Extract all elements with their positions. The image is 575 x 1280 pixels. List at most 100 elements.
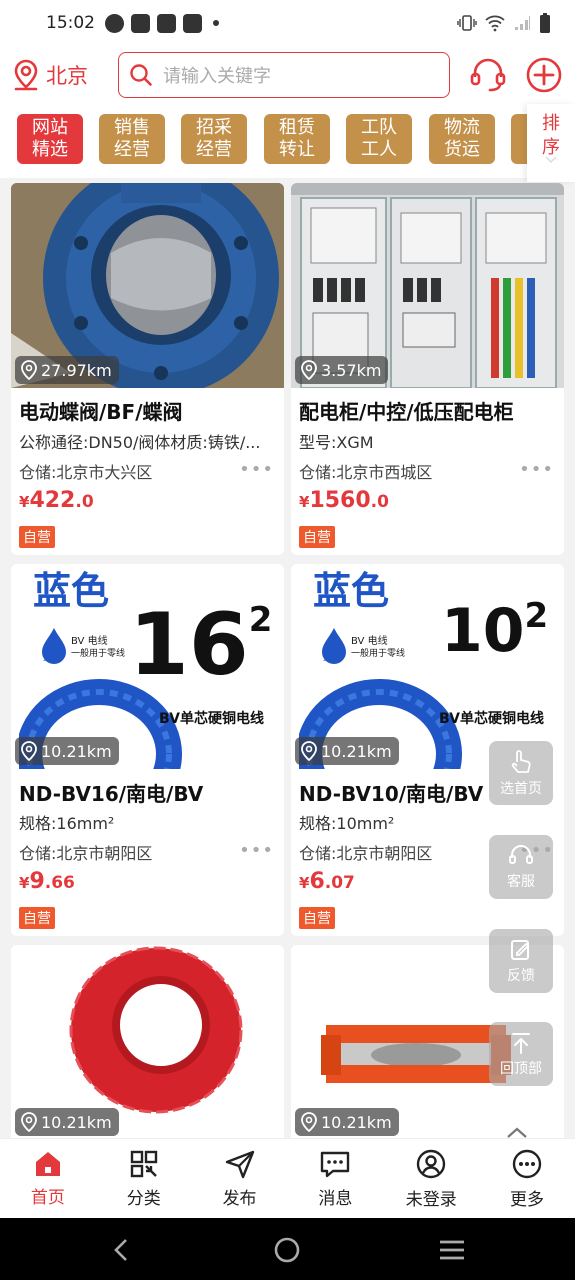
user-icon xyxy=(417,1149,446,1178)
drop-subtitle: 一般用于零线 xyxy=(351,649,406,659)
system-icons xyxy=(457,13,551,33)
product-storage: 仓储:北京市朝阳区 xyxy=(19,844,153,863)
search-input[interactable]: 请输入关键字 xyxy=(118,52,450,98)
mail-icon xyxy=(157,13,176,33)
self-operated-badge: 自营 xyxy=(19,526,55,548)
more-options-icon[interactable]: ••• xyxy=(519,459,554,480)
product-title: ND-BV10/南电/BV xyxy=(299,782,484,806)
sort-button[interactable]: 排序 xyxy=(527,104,575,182)
nav-publish[interactable]: 发布 xyxy=(192,1139,288,1218)
category-tabs: 网站 精选 销售 经营 招采 经营 租赁 转让 工队 工人 物流 货运 排序 xyxy=(0,104,575,182)
add-circle-icon[interactable] xyxy=(525,56,563,94)
product-image: 10.21km xyxy=(11,945,284,1145)
distance-badge: 10.21km xyxy=(15,737,119,765)
distance-badge: 10.21km xyxy=(295,737,399,765)
product-card[interactable]: 蓝色 162 蓝色 BV 电线 一般用于零线 BV单芯硬铜电线 10.21km … xyxy=(11,564,284,936)
select-home-button[interactable]: 选首页 xyxy=(489,741,553,805)
home-circle-icon[interactable] xyxy=(273,1236,301,1264)
self-operated-badge: 自营 xyxy=(299,907,335,929)
drop-color-label: 蓝色 xyxy=(43,653,62,663)
location-pin-icon xyxy=(21,360,37,380)
tab-featured[interactable]: 网站 精选 xyxy=(17,114,83,164)
location-pin-icon xyxy=(14,59,38,91)
more-options-icon[interactable]: ••• xyxy=(239,840,274,861)
category-icon xyxy=(130,1150,157,1177)
city-label: 北京 xyxy=(46,64,88,88)
tab-workers[interactable]: 工队 工人 xyxy=(346,114,412,164)
location-pin-icon xyxy=(301,1112,317,1132)
nav-category[interactable]: 分类 xyxy=(96,1139,192,1218)
system-nav-bar xyxy=(0,1218,575,1280)
product-price: ¥9.66 xyxy=(19,869,75,894)
product-title: 配电柜/中控/低压配电柜 xyxy=(299,400,514,424)
tab-sales[interactable]: 销售 经营 xyxy=(99,114,165,164)
product-price: ¥6.07 xyxy=(299,869,355,894)
distance-badge: 10.21km xyxy=(15,1108,119,1136)
location-pin-icon xyxy=(301,360,317,380)
product-storage: 仓储:北京市西城区 xyxy=(299,463,433,482)
location-pin-icon xyxy=(21,741,37,761)
tab-logistics[interactable]: 物流 货运 xyxy=(429,114,495,164)
product-image: 27.97km xyxy=(11,183,284,388)
product-title: ND-BV16/南电/BV xyxy=(19,782,204,806)
image-label-blue: 蓝色 xyxy=(313,569,390,613)
product-image: 3.57km xyxy=(291,183,564,388)
signal-icon xyxy=(515,16,530,30)
headset-icon xyxy=(509,844,533,864)
drop-color-label: 蓝色 xyxy=(323,653,342,663)
back-to-top-button[interactable]: 回顶部 xyxy=(489,1022,553,1086)
product-image: 蓝色 102 蓝色 BV 电线 一般用于零线 BV单芯硬铜电线 10.21km xyxy=(291,564,564,769)
arrow-up-icon xyxy=(512,1032,530,1054)
nav-login[interactable]: 未登录 xyxy=(383,1139,479,1218)
distance-badge: 27.97km xyxy=(15,356,119,384)
feedback-button[interactable]: 反馈 xyxy=(489,929,553,993)
product-card[interactable]: 10.21km xyxy=(11,945,284,1145)
mail-icon xyxy=(183,13,202,33)
product-storage: 仓储:北京市朝阳区 xyxy=(299,844,433,863)
nav-messages[interactable]: 消息 xyxy=(287,1139,383,1218)
back-icon[interactable] xyxy=(112,1238,130,1262)
more-notifications-icon xyxy=(213,20,219,26)
battery-icon xyxy=(540,13,550,33)
nav-home[interactable]: 首页 xyxy=(0,1139,96,1218)
product-title: 电动蝶阀/BF/蝶阀 xyxy=(19,400,183,424)
tab-procurement[interactable]: 招采 经营 xyxy=(181,114,247,164)
vibrate-icon xyxy=(457,15,477,31)
notification-icons xyxy=(105,13,219,33)
drop-title: BV 电线 xyxy=(71,636,108,647)
send-icon xyxy=(225,1150,254,1178)
product-card[interactable]: 3.57km 配电柜/中控/低压配电柜 型号:XGM 仓储:北京市西城区 •••… xyxy=(291,183,564,555)
status-bar: 15:02 xyxy=(0,0,575,46)
product-price: ¥422.0 xyxy=(19,488,94,513)
city-selector[interactable]: 北京 xyxy=(12,59,112,91)
product-spec: 型号:XGM xyxy=(299,433,374,452)
product-card[interactable]: 27.97km 电动蝶阀/BF/蝶阀 公称通径:DN50/阀体材质:铸铁/...… xyxy=(11,183,284,555)
tab-rental[interactable]: 租赁 转让 xyxy=(264,114,330,164)
image-product-name: BV单芯硬铜电线 xyxy=(439,711,544,727)
location-pin-icon xyxy=(301,741,317,761)
more-icon xyxy=(512,1149,542,1178)
customer-service-button[interactable]: 客服 xyxy=(489,835,553,899)
customer-service-icon[interactable] xyxy=(469,57,507,93)
nav-more[interactable]: 更多 xyxy=(479,1139,575,1218)
search-placeholder: 请输入关键字 xyxy=(163,66,271,87)
message-icon xyxy=(321,1151,350,1177)
self-operated-badge: 自营 xyxy=(19,907,55,929)
image-label-blue: 蓝色 xyxy=(33,569,110,613)
mail-icon xyxy=(131,13,150,33)
product-storage: 仓储:北京市大兴区 xyxy=(19,463,153,482)
home-icon xyxy=(35,1151,60,1176)
distance-badge: 3.57km xyxy=(295,356,389,384)
recent-apps-icon[interactable] xyxy=(438,1239,466,1261)
self-operated-badge: 自营 xyxy=(299,526,335,548)
drop-subtitle: 一般用于零线 xyxy=(71,649,126,659)
header: 北京 请输入关键字 xyxy=(0,46,575,104)
edit-icon xyxy=(511,939,530,960)
more-options-icon[interactable]: ••• xyxy=(239,459,274,480)
image-label-size: 102 xyxy=(441,596,549,666)
product-image: 蓝色 162 蓝色 BV 电线 一般用于零线 BV单芯硬铜电线 10.21km xyxy=(11,564,284,769)
location-pin-icon xyxy=(21,1112,37,1132)
product-spec: 规格:10mm² xyxy=(299,814,395,833)
hand-pointer-icon xyxy=(511,749,531,773)
status-time: 15:02 xyxy=(46,13,95,33)
